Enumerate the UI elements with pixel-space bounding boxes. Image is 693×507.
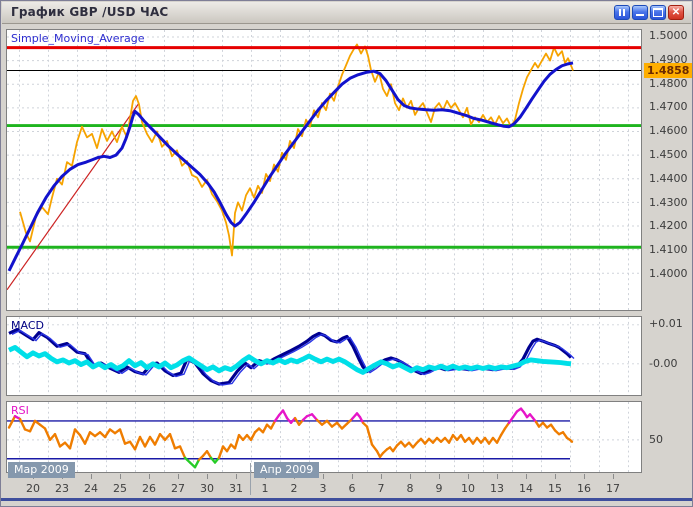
macd-indicator-label: MACD: [11, 319, 44, 332]
x-axis-label: 9: [428, 482, 450, 495]
x-axis-tick: [120, 474, 121, 479]
x-axis-tick: [468, 474, 469, 479]
x-axis-label: 2: [283, 482, 305, 495]
x-axis-tick: [352, 474, 353, 479]
x-axis-tick: [381, 474, 382, 479]
y-axis-label: 1.4500: [649, 148, 688, 161]
panel-price[interactable]: Simple_Moving_Average: [6, 29, 642, 311]
x-axis-tick: [439, 474, 440, 479]
x-axis-label: 20: [22, 482, 44, 495]
x-axis-tick: [410, 474, 411, 479]
y-axis-label: 50: [649, 433, 663, 446]
x-axis-tick: [497, 474, 498, 479]
x-axis-label: 1: [254, 482, 276, 495]
x-axis-label: 16: [573, 482, 595, 495]
x-axis-label: 26: [138, 482, 160, 495]
y-axis-label: 1.4000: [649, 267, 688, 280]
x-axis-label: 6: [341, 482, 363, 495]
x-axis-label: 24: [80, 482, 102, 495]
current-price-tag: 1.4858: [644, 63, 693, 78]
x-axis-label: 15: [544, 482, 566, 495]
y-axis-label: 1.4400: [649, 172, 688, 185]
window-titlebar[interactable]: График GBP /USD ЧАС ✕: [2, 2, 691, 24]
rsi-indicator-label: RSI: [11, 404, 29, 417]
month-badge-april: Апр 2009: [254, 462, 319, 478]
x-axis-label: 7: [370, 482, 392, 495]
x-axis-label: 8: [399, 482, 421, 495]
x-axis-label: 30: [196, 482, 218, 495]
x-axis-tick: [236, 474, 237, 479]
x-axis-label: 13: [486, 482, 508, 495]
x-axis-label: 31: [225, 482, 247, 495]
y-axis-label: 1.4200: [649, 219, 688, 232]
y-axis-label: 1.4300: [649, 196, 688, 209]
x-axis-tick: [207, 474, 208, 479]
x-axis-tick: [613, 474, 614, 479]
pause-button[interactable]: [614, 5, 630, 20]
x-axis-label: 14: [515, 482, 537, 495]
x-axis-label: 23: [51, 482, 73, 495]
window-title: График GBP /USD ЧАС: [11, 5, 168, 19]
x-axis-label: 17: [602, 482, 624, 495]
y-axis-label: 1.5000: [649, 29, 688, 42]
y-axis-label: 1.4600: [649, 124, 688, 137]
y-axis-label: -0.00: [649, 357, 677, 370]
sma-indicator-label: Simple_Moving_Average: [11, 32, 144, 45]
x-axis-tick: [555, 474, 556, 479]
pause-icon: [619, 9, 625, 16]
x-axis-label: 3: [312, 482, 334, 495]
x-axis-label: 10: [457, 482, 479, 495]
month-badge-march: Мар 2009: [8, 462, 75, 478]
y-axis-label: 1.4100: [649, 243, 688, 256]
window-bottom-bevel: [1, 498, 693, 501]
month-separator: [250, 463, 251, 495]
y-axis-label: 1.4700: [649, 100, 688, 113]
panel-macd[interactable]: MACD: [6, 316, 642, 396]
x-axis-tick: [91, 474, 92, 479]
x-axis-tick: [178, 474, 179, 479]
y-axis-label: 1.4800: [649, 77, 688, 90]
x-axis-tick: [149, 474, 150, 479]
chart-window: График GBP /USD ЧАС ✕ Simple_Moving_Aver…: [0, 0, 693, 507]
x-axis-tick: [584, 474, 585, 479]
x-axis-tick: [323, 474, 324, 479]
y-axis-label: +0.01: [649, 317, 683, 330]
x-axis-label: 27: [167, 482, 189, 495]
x-axis-label: 25: [109, 482, 131, 495]
x-axis-tick: [526, 474, 527, 479]
panel-rsi[interactable]: RSI: [6, 401, 642, 473]
